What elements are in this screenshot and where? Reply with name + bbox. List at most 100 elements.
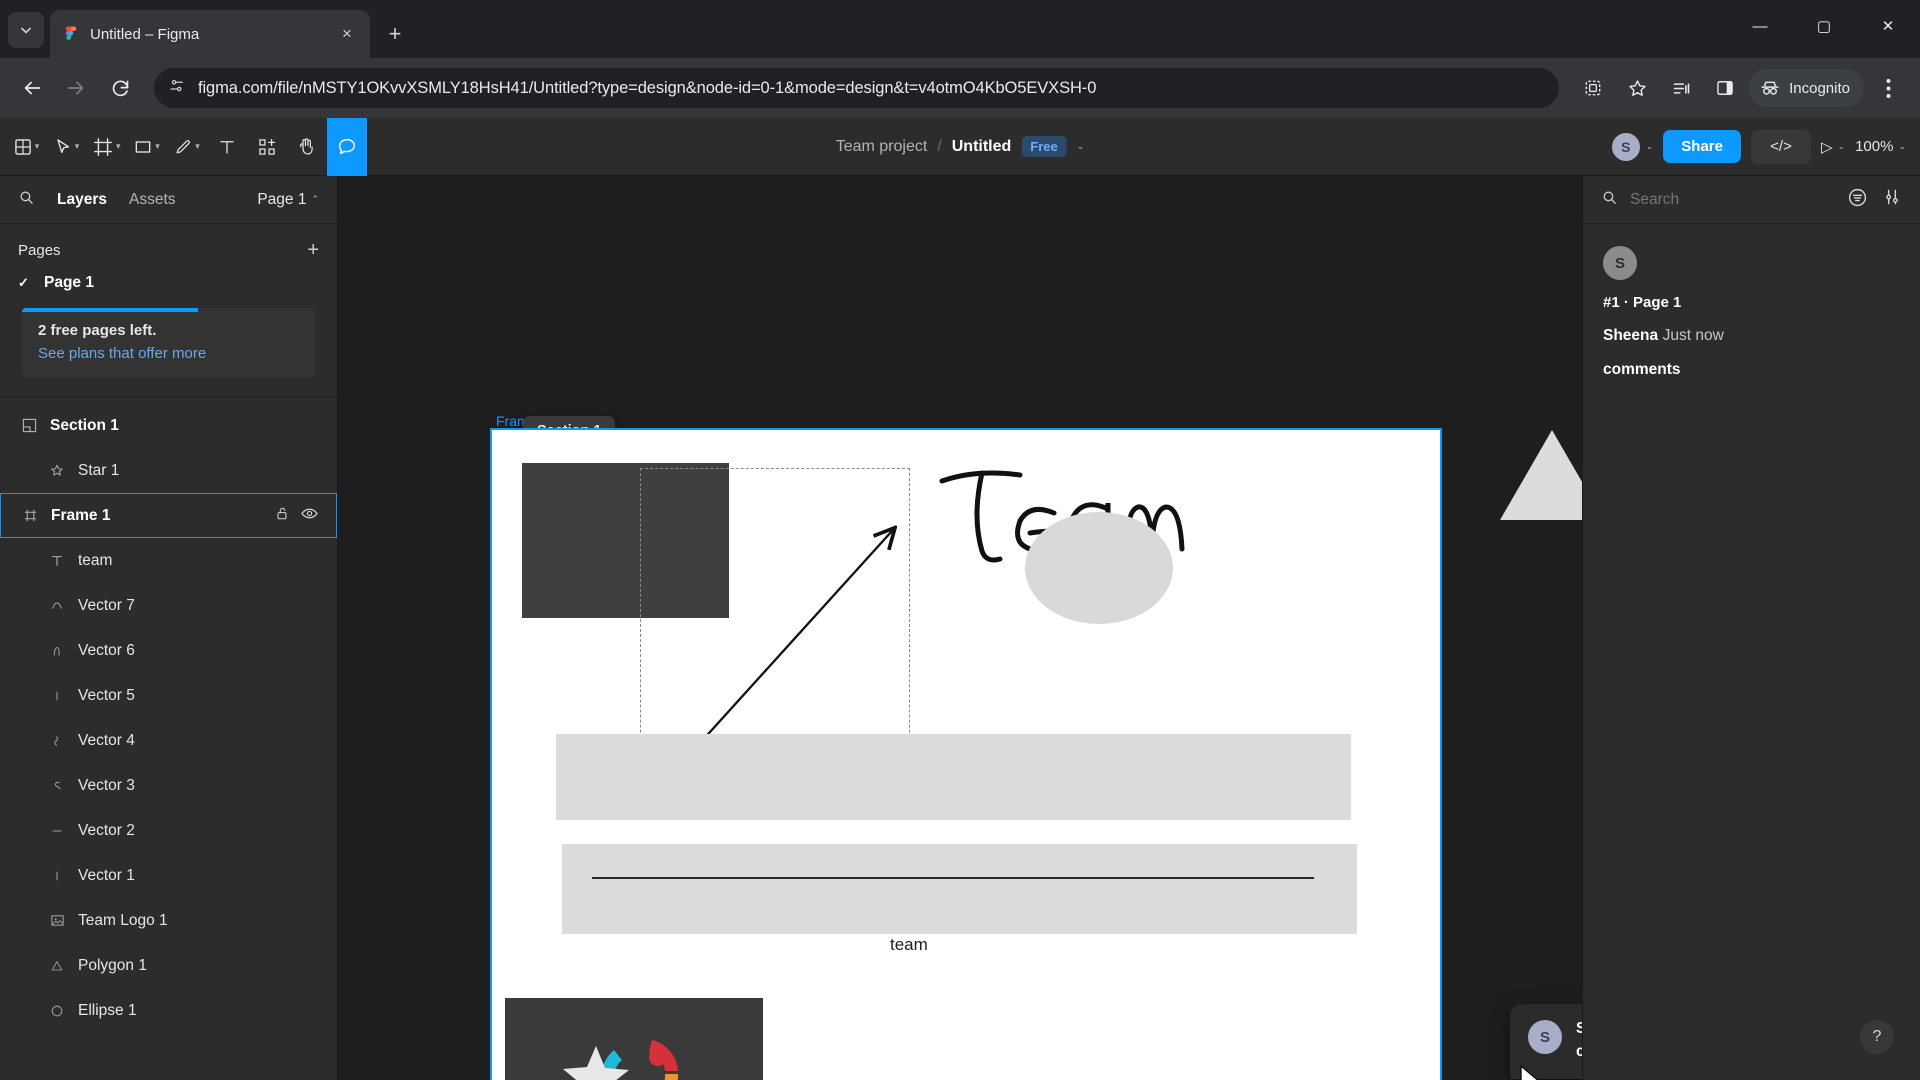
help-button[interactable]: ? <box>1860 1020 1894 1054</box>
hand-tool-button[interactable] <box>287 118 327 176</box>
project-name[interactable]: Team project <box>836 138 928 156</box>
search-input[interactable] <box>1630 190 1835 209</box>
back-button[interactable] <box>12 68 52 108</box>
tab-layers[interactable]: Layers <box>57 191 107 209</box>
horizontal-line-vector[interactable] <box>592 877 1314 879</box>
layer-row-team-logo-1[interactable]: Team Logo 1 <box>0 898 337 943</box>
side-panel-button[interactable] <box>1705 68 1745 108</box>
grey-bar-2[interactable] <box>562 844 1357 934</box>
layer-row-vector-2[interactable]: Vector 2 <box>0 808 337 853</box>
text-icon <box>46 554 68 568</box>
toolbar-right-group: S ⌄ Share </> ▷ ⌄ 100% ⌄ <box>1609 129 1906 164</box>
minimize-icon[interactable]: — <box>1728 0 1792 52</box>
layer-row-star-1[interactable]: Star 1 <box>0 448 337 493</box>
eye-icon[interactable] <box>301 506 318 526</box>
text-tool-button[interactable] <box>207 118 247 176</box>
split-view-button[interactable] <box>1573 68 1613 108</box>
zoom-control[interactable]: 100% ⌄ <box>1855 138 1906 155</box>
pen-tool-button[interactable]: ▾ <box>167 118 207 176</box>
layer-row-polygon-1[interactable]: Polygon 1 <box>0 943 337 988</box>
avatar[interactable]: S <box>1609 130 1642 163</box>
layer-row-vector-3[interactable]: Vector 3 <box>0 763 337 808</box>
upsell-link[interactable]: See plans that offer more <box>38 345 299 362</box>
chevron-down-icon: ▾ <box>34 141 40 151</box>
components-tool-button[interactable] <box>247 118 287 176</box>
close-icon[interactable]: × <box>336 23 358 45</box>
ellipse-shape[interactable] <box>1025 512 1173 624</box>
layer-row-section-1[interactable]: Section 1 <box>0 403 337 448</box>
image-icon <box>46 913 68 928</box>
frame-1-artboard[interactable]: team Teamwork PEOPLE COORDINATED EFFORT <box>490 428 1582 1080</box>
comments-toolbar-icons <box>1847 187 1902 213</box>
page-selector[interactable]: Page 1 ⌃ <box>257 191 319 209</box>
comment-body: comments <box>1576 1043 1582 1060</box>
layer-label: Vector 5 <box>78 686 135 704</box>
comment-body: comments <box>1603 361 1681 378</box>
layer-row-vector-5[interactable]: Vector 5 <box>0 673 337 718</box>
figma-menu-button[interactable]: ▾ <box>6 118 46 176</box>
vector-icon <box>46 644 68 658</box>
canvas-comment-bubble[interactable]: S Sheena just now comments <box>1510 1004 1582 1079</box>
sliders-icon[interactable] <box>1882 187 1902 212</box>
vector-icon <box>46 599 68 613</box>
ellipse-icon <box>46 1004 68 1018</box>
layer-row-frame-1[interactable]: Frame 1 <box>0 493 337 538</box>
layer-label: Vector 4 <box>78 731 135 749</box>
site-settings-icon[interactable] <box>168 77 186 100</box>
chevron-down-icon[interactable]: ⌄ <box>1646 141 1654 152</box>
maximize-icon[interactable]: ▢ <box>1792 0 1856 52</box>
plan-badge[interactable]: Free <box>1021 136 1067 157</box>
layer-row-vector-7[interactable]: Vector 7 <box>0 583 337 628</box>
search-icon[interactable] <box>1601 189 1618 211</box>
comment-author: Sheena <box>1603 327 1659 344</box>
chevron-down-icon <box>21 27 31 34</box>
grey-bar-1[interactable] <box>556 734 1351 820</box>
add-page-button[interactable]: + <box>307 240 319 260</box>
incognito-indicator[interactable]: Incognito <box>1749 69 1864 107</box>
new-tab-button[interactable]: + <box>378 17 412 51</box>
page-item-page-1[interactable]: ✓ Page 1 <box>0 268 337 298</box>
page-item-label: Page 1 <box>44 274 94 291</box>
forward-button[interactable] <box>56 68 96 108</box>
present-button[interactable]: ▷ ⌄ <box>1821 138 1845 156</box>
design-canvas[interactable]: Frame 1 Section 1 <box>338 176 1582 1080</box>
triangle-shape[interactable] <box>1500 430 1582 520</box>
collaborator-avatars[interactable]: S ⌄ <box>1609 130 1654 163</box>
bookmark-button[interactable] <box>1617 68 1657 108</box>
layer-row-ellipse-1[interactable]: Ellipse 1 <box>0 988 337 1033</box>
tab-assets[interactable]: Assets <box>129 191 176 209</box>
chevron-down-icon[interactable]: ⌄ <box>1838 141 1846 152</box>
file-menu-chevron-down-icon[interactable]: ⌄ <box>1077 141 1085 152</box>
tab-title: Untitled – Figma <box>90 25 200 43</box>
dev-mode-button[interactable]: </> <box>1750 129 1811 164</box>
team-logo-image[interactable]: Teamwork PEOPLE COORDINATED EFFORT <box>505 998 763 1080</box>
chevron-down-icon[interactable]: ⌄ <box>1898 141 1906 152</box>
move-tool-button[interactable]: ▾ <box>46 118 86 176</box>
file-name[interactable]: Untitled <box>952 138 1012 156</box>
zoom-level-label: 100% <box>1855 138 1894 155</box>
reading-list-button[interactable] <box>1661 68 1701 108</box>
browser-menu-button[interactable] <box>1868 68 1908 108</box>
shape-tool-button[interactable]: ▾ <box>127 118 167 176</box>
layer-row-vector-1[interactable]: Vector 1 <box>0 853 337 898</box>
reload-icon <box>112 80 128 96</box>
filter-icon[interactable] <box>1847 187 1868 213</box>
frame-tool-button[interactable]: ▾ <box>86 118 127 176</box>
layer-row-vector-4[interactable]: Vector 4 <box>0 718 337 763</box>
tab-list-button[interactable] <box>8 12 44 48</box>
layers-list: Section 1 Star 1 Frame 1 team Vector 7 V… <box>0 397 337 1080</box>
upsell-title: 2 free pages left. <box>38 322 157 339</box>
comment-tool-button[interactable] <box>326 117 367 176</box>
close-window-icon[interactable]: ✕ <box>1856 0 1920 52</box>
comment-list-item[interactable]: S #1 · Page 1 Sheena Just now comments <box>1583 224 1920 397</box>
canvas-text-team[interactable]: team <box>890 935 928 955</box>
layer-row-team[interactable]: team <box>0 538 337 583</box>
unlock-icon[interactable] <box>275 506 289 526</box>
browser-tab[interactable]: Untitled – Figma × <box>50 10 370 58</box>
search-icon[interactable] <box>18 189 35 211</box>
layer-row-vector-6[interactable]: Vector 6 <box>0 628 337 673</box>
address-bar[interactable]: figma.com/file/nMSTY1OKvvXSMLY18HsH41/Un… <box>154 68 1560 108</box>
reload-button[interactable] <box>100 68 140 108</box>
share-button[interactable]: Share <box>1663 130 1741 163</box>
side-panel-icon <box>1717 81 1733 95</box>
